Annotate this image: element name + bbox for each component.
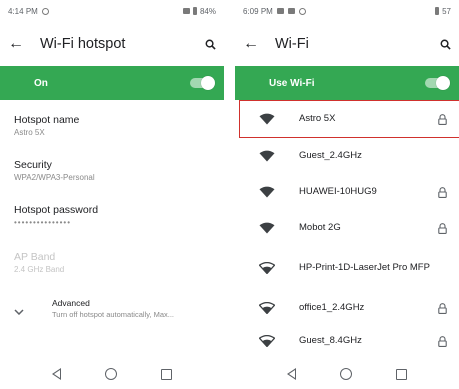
signal-icon <box>182 8 190 14</box>
wifi-screen: 6:09 PM 57 ← Wi-Fi Use Wi-Fi Astro 5X Gu… <box>235 0 459 389</box>
pref-ap-band: AP Band 2.4 GHz Band <box>0 251 224 274</box>
wifi-full-icon <box>257 150 277 162</box>
lock-icon <box>435 335 449 347</box>
pref-subtitle: 2.4 GHz Band <box>14 265 65 274</box>
notification-icon <box>41 7 49 15</box>
nav-back-icon[interactable] <box>52 368 61 380</box>
battery-level: 84% <box>199 6 216 16</box>
back-arrow-icon: ← <box>243 35 259 52</box>
chevron-down-icon <box>14 302 36 320</box>
toggle-label: Use Wi-Fi <box>269 77 315 89</box>
wifi-full-icon <box>257 222 277 234</box>
network-name: HUAWEI-10HUG9 <box>299 186 377 198</box>
lock-icon <box>435 186 449 198</box>
hotspot-toggle-bar[interactable]: On <box>0 66 224 100</box>
pref-hotspot-name[interactable]: Hotspot name Astro 5X <box>0 114 224 137</box>
wifi-full-icon <box>257 186 277 198</box>
wifi-full-icon <box>257 113 277 125</box>
pref-subtitle: Turn off hotspot automatically, Max... <box>52 310 174 319</box>
switch-knob <box>436 76 450 90</box>
status-bar: 4:14 PM 84% <box>0 0 224 22</box>
lock-icon <box>435 222 449 234</box>
pref-title: Security <box>14 159 52 171</box>
search-button[interactable] <box>431 39 451 50</box>
search-icon <box>440 39 451 50</box>
notification-icon <box>276 8 284 14</box>
network-guest-8-4ghz[interactable]: Guest_8.4GHz <box>235 326 459 356</box>
app-bar: ← Wi-Fi <box>235 22 459 66</box>
battery-icon <box>192 7 197 15</box>
back-button[interactable]: ← <box>243 36 265 52</box>
lock-icon <box>435 302 449 314</box>
search-icon <box>205 39 216 50</box>
network-name: Guest_8.4GHz <box>299 335 362 347</box>
battery-icon <box>435 7 440 15</box>
nav-recents-icon[interactable] <box>161 368 172 380</box>
network-name: HP-Print-1D-LaserJet Pro MFP <box>299 262 430 274</box>
network-mobot-2g[interactable]: Mobot 2G <box>235 210 459 246</box>
pref-security[interactable]: Security WPA2/WPA3-Personal <box>0 159 224 182</box>
network-guest-2-4ghz[interactable]: Guest_2.4GHz <box>235 138 459 174</box>
hotspot-switch[interactable] <box>190 76 215 90</box>
lock-icon <box>435 113 449 125</box>
network-name: office1_2.4GHz <box>299 302 365 314</box>
search-button[interactable] <box>196 39 216 50</box>
pref-hotspot-password[interactable]: Hotspot password ••••••••••••••• <box>0 204 224 227</box>
toggle-label: On <box>34 77 48 89</box>
page-title: Wi-Fi <box>275 36 309 52</box>
network-astro-5x[interactable]: Astro 5X <box>235 100 459 138</box>
nav-home-icon[interactable] <box>105 368 117 380</box>
pref-subtitle: ••••••••••••••• <box>14 218 72 227</box>
status-time: 6:09 PM <box>243 6 273 16</box>
wifi-network-list: Astro 5X Guest_2.4GHz HUAWEI-10HUG9 Mobo… <box>235 100 459 356</box>
pref-subtitle: Astro 5X <box>14 128 45 137</box>
wifi-outline-icon <box>257 302 277 314</box>
pref-title: Advanced <box>52 298 90 308</box>
wifi-switch[interactable] <box>425 76 450 90</box>
nav-bar <box>0 359 224 389</box>
network-name: Guest_2.4GHz <box>299 150 362 162</box>
wifi-outline-icon <box>257 335 277 347</box>
hotspot-screen: 4:14 PM 84% ← Wi-Fi hotspot On Hotspot n… <box>0 0 224 389</box>
pref-title: Hotspot name <box>14 114 80 126</box>
page-title: Wi-Fi hotspot <box>40 36 126 52</box>
back-button[interactable]: ← <box>8 36 30 52</box>
nav-home-icon[interactable] <box>340 368 352 380</box>
nav-recents-icon[interactable] <box>396 368 407 380</box>
status-time: 4:14 PM <box>8 6 38 16</box>
pref-advanced[interactable]: Advanced Turn off hotspot automatically,… <box>0 298 224 320</box>
network-huawei-10hug9[interactable]: HUAWEI-10HUG9 <box>235 174 459 210</box>
notification-icon <box>287 8 295 14</box>
status-bar: 6:09 PM 57 <box>235 0 459 22</box>
notification-icon <box>298 7 306 15</box>
network-hp-print[interactable]: HP-Print-1D-LaserJet Pro MFP <box>235 246 459 290</box>
network-office1[interactable]: office1_2.4GHz <box>235 290 459 326</box>
pref-subtitle: WPA2/WPA3-Personal <box>14 173 95 182</box>
pref-title: Hotspot password <box>14 204 99 216</box>
back-arrow-icon: ← <box>8 35 24 52</box>
network-name: Astro 5X <box>299 113 336 125</box>
wifi-toggle-bar[interactable]: Use Wi-Fi <box>235 66 459 100</box>
nav-back-icon[interactable] <box>287 368 296 380</box>
switch-knob <box>201 76 215 90</box>
wifi-outline-icon <box>257 262 277 274</box>
nav-bar <box>235 359 459 389</box>
network-name: Mobot 2G <box>299 222 341 234</box>
app-bar: ← Wi-Fi hotspot <box>0 22 224 66</box>
battery-level: 57 <box>442 6 451 16</box>
pref-title: AP Band <box>14 251 56 263</box>
